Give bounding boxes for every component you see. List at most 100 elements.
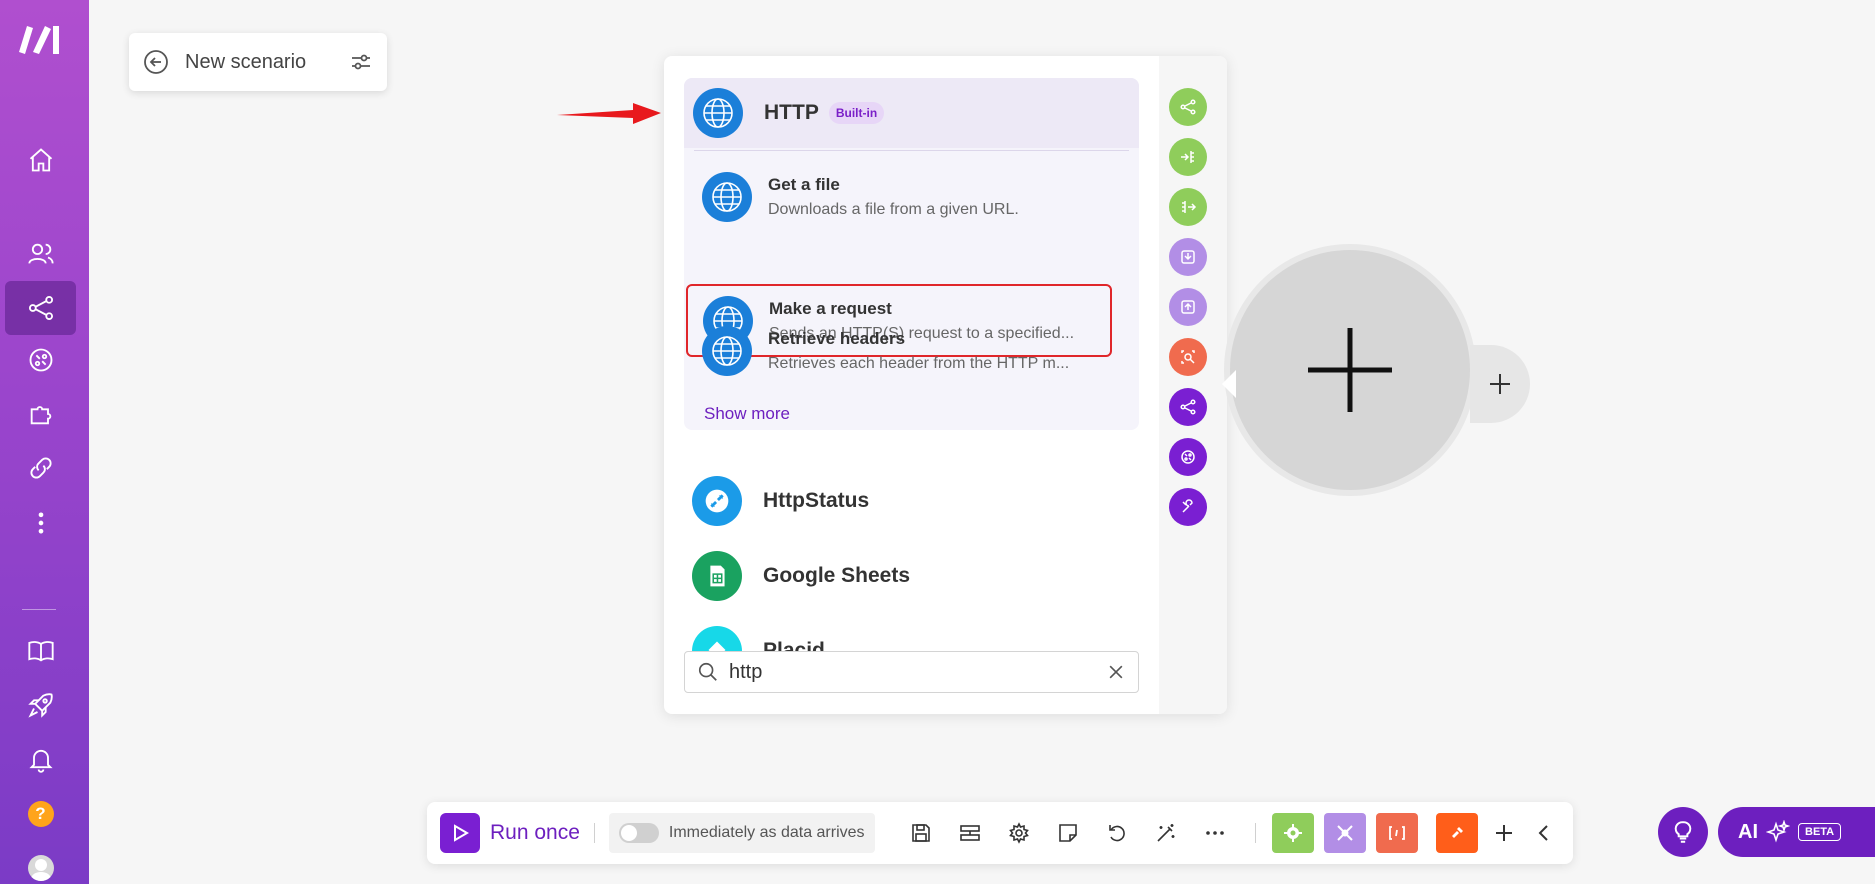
export-tool-button[interactable] <box>1169 288 1207 326</box>
sidebar-item-connections[interactable] <box>5 441 76 495</box>
action-title: Get a file <box>768 175 840 194</box>
picker-pointer <box>1222 370 1236 398</box>
action-description: Downloads a file from a given URL. <box>768 201 1019 218</box>
toolbar-divider <box>1254 823 1256 843</box>
tools-tool-button[interactable] <box>1169 488 1207 526</box>
beta-badge: BETA <box>1798 823 1842 841</box>
add-next-module-button[interactable] <box>1470 345 1530 423</box>
sidebar-item-launch[interactable] <box>5 678 76 732</box>
text-parser-icon <box>1388 826 1405 840</box>
blueprint-icon <box>959 825 980 841</box>
schedule-toggle[interactable]: Immediately as data arrives <box>608 813 875 853</box>
toolbar-divider <box>593 823 595 843</box>
apps-icon <box>30 406 51 425</box>
module-search <box>684 651 1139 693</box>
notes-button[interactable] <box>1050 815 1086 851</box>
http-app-header[interactable]: HTTP Built-in <box>684 78 1139 148</box>
sidebar-item-templates[interactable] <box>5 333 76 387</box>
scenario-name[interactable]: New scenario <box>185 51 349 74</box>
scenario-title-card: New scenario <box>129 33 387 91</box>
red-arrow-annotation <box>557 103 661 124</box>
aggregator-tool-button[interactable] <box>1169 188 1207 226</box>
iterator-tool-button[interactable] <box>1169 138 1207 176</box>
aggregator-icon <box>1182 201 1197 213</box>
sidebar-item-help[interactable]: ? <box>5 787 76 841</box>
make-logo-icon[interactable] <box>17 22 63 56</box>
app-item-google-sheets[interactable]: Google Sheets <box>692 546 1122 606</box>
rocket-icon <box>27 693 53 718</box>
make-dev-tools-button[interactable] <box>1435 813 1478 853</box>
tools-column <box>1159 56 1227 714</box>
chevron-left-icon <box>1538 825 1548 841</box>
hint-button[interactable] <box>1658 807 1708 857</box>
flow-control-button[interactable] <box>1323 813 1366 853</box>
plus-icon <box>1308 328 1392 412</box>
settings-button[interactable] <box>1001 815 1037 851</box>
run-once-button[interactable]: Run once <box>440 813 580 853</box>
toggle-switch[interactable] <box>618 823 659 843</box>
more-options-button[interactable] <box>1197 815 1233 851</box>
sidebar-item-profile[interactable] <box>5 841 76 884</box>
export-icon <box>1181 300 1195 314</box>
sidebar-item-docs[interactable] <box>5 624 76 678</box>
team-icon <box>27 243 54 264</box>
collapse-toolbar-button[interactable] <box>1526 815 1562 851</box>
text-search-tool-button[interactable] <box>1169 338 1207 376</box>
clear-icon[interactable] <box>1106 662 1126 682</box>
add-button[interactable] <box>1486 815 1522 851</box>
play-icon <box>440 813 480 853</box>
sidebar-item-scenarios[interactable] <box>5 281 76 335</box>
save-button[interactable] <box>903 815 939 851</box>
scenario-icon <box>1181 450 1195 464</box>
back-arrow-icon[interactable] <box>143 49 169 75</box>
router-tool-button[interactable] <box>1169 88 1207 126</box>
action-title: Make a request <box>769 298 892 318</box>
app-item-httpstatus[interactable]: HttpStatus <box>692 471 1122 531</box>
more-icon <box>38 512 43 534</box>
http-globe-icon <box>702 172 752 222</box>
http-title: HTTP <box>764 101 819 124</box>
http-group: HTTP Built-in Get a file Downloads a fil… <box>684 78 1139 430</box>
text-parser-button[interactable] <box>1375 813 1418 853</box>
action-retrieve-headers[interactable]: Retrieve headers Retrieves each header f… <box>702 318 1130 384</box>
help-icon: ? <box>27 801 54 827</box>
empty-module-circle[interactable] <box>1230 250 1470 490</box>
httpstatus-icon <box>692 476 742 526</box>
google-sheets-icon <box>692 551 742 601</box>
sidebar-item-notifications[interactable] <box>5 732 76 786</box>
ai-label: AI <box>1738 820 1758 843</box>
module-picker: HTTP Built-in Get a file Downloads a fil… <box>664 56 1227 714</box>
import-icon <box>1181 250 1195 264</box>
sliders-icon[interactable] <box>349 50 373 74</box>
blueprint-button[interactable] <box>952 815 988 851</box>
wrench-icon <box>1182 499 1193 513</box>
http-globe-icon <box>693 88 743 138</box>
flow-control-icon <box>1336 825 1353 841</box>
flow-tool-button[interactable] <box>1169 388 1207 426</box>
auto-align-button[interactable] <box>1148 815 1184 851</box>
ai-assistant-button[interactable]: AI BETA <box>1718 807 1875 857</box>
book-icon <box>27 641 54 662</box>
undo-icon <box>1108 825 1125 842</box>
save-icon <box>911 824 930 842</box>
sidebar-item-more[interactable] <box>5 496 76 550</box>
scenario-tool-button[interactable] <box>1169 438 1207 476</box>
app-name: Google Sheets <box>763 564 911 587</box>
undo-button[interactable] <box>1099 815 1135 851</box>
action-get-a-file[interactable]: Get a file Downloads a file from a given… <box>702 164 1130 230</box>
sidebar-item-apps[interactable] <box>5 387 76 441</box>
lightbulb-icon <box>1674 821 1692 843</box>
sidebar-item-team[interactable] <box>5 227 76 281</box>
show-more-link[interactable]: Show more <box>704 404 790 424</box>
sidebar-item-home[interactable] <box>5 133 76 187</box>
import-tool-button[interactable] <box>1169 238 1207 276</box>
search-input[interactable] <box>729 660 1106 684</box>
templates-icon <box>29 348 52 372</box>
tools-button[interactable] <box>1271 813 1314 853</box>
bottom-toolbar: Run once Immediately as data arrives <box>427 802 1573 864</box>
sidebar-divider <box>22 609 56 610</box>
app-name: HttpStatus <box>763 489 870 512</box>
text-search-icon <box>1181 350 1195 364</box>
http-globe-icon <box>702 326 752 376</box>
http-divider <box>694 150 1129 151</box>
